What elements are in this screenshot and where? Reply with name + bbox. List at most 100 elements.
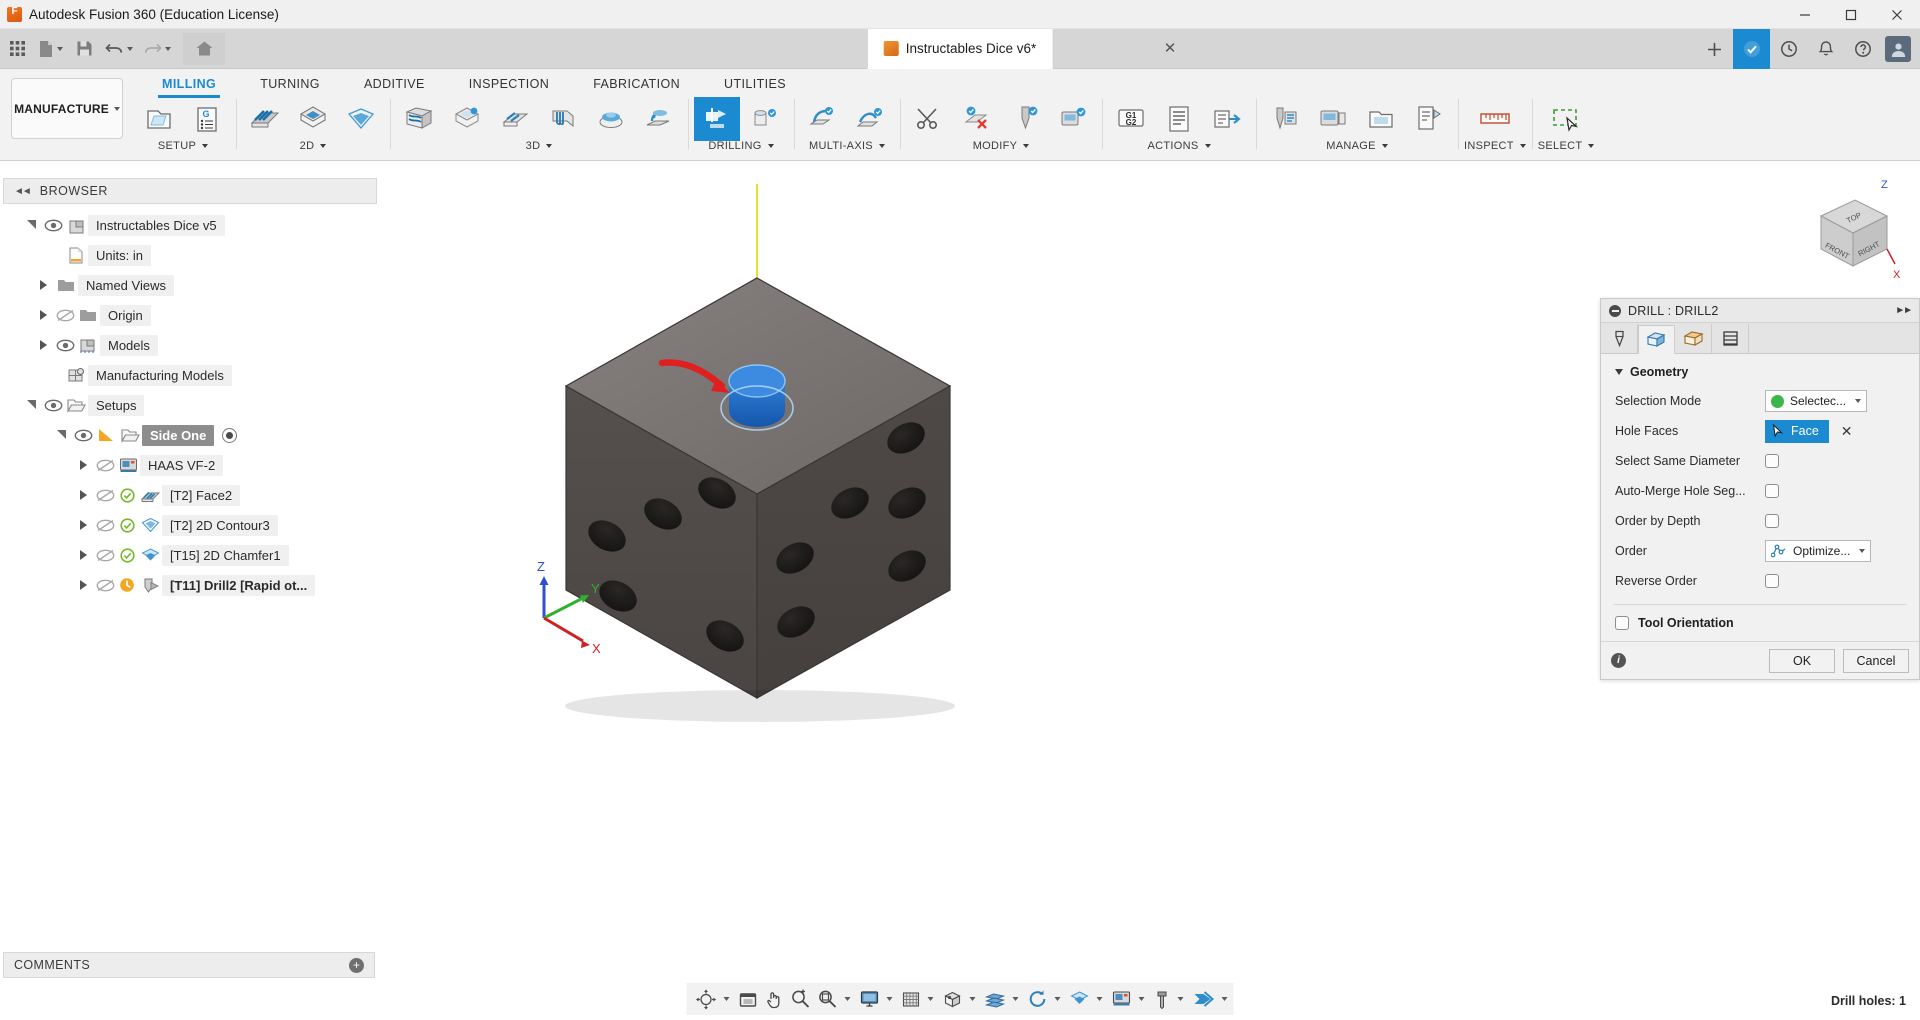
visibility-hidden-icon[interactable]	[94, 489, 116, 502]
visibility-hidden-icon[interactable]	[94, 579, 116, 592]
tree-row-origin[interactable]: Origin	[0, 300, 380, 330]
panel-label-multi-axis[interactable]: MULTI-AXIS	[809, 140, 885, 152]
tab-fabrication[interactable]: FABRICATION	[571, 73, 702, 97]
select-window-icon[interactable]	[1541, 97, 1591, 141]
document-tab[interactable]: Instructables Dice v6*	[866, 28, 1054, 69]
active-setup-radio[interactable]	[222, 427, 238, 443]
contour-2d-icon[interactable]	[338, 97, 384, 141]
expander-right-icon[interactable]	[72, 460, 94, 470]
setup-sheet-icon[interactable]	[1156, 97, 1202, 141]
drill-icon[interactable]	[694, 97, 740, 141]
bore-icon[interactable]	[742, 97, 788, 141]
tree-row-haas-vf-2[interactable]: HAAS VF-2	[0, 450, 380, 480]
passes-tab-icon[interactable]	[1712, 324, 1749, 353]
expander-down-icon[interactable]	[50, 429, 72, 440]
redo-icon[interactable]	[139, 33, 175, 65]
chevron-down-icon[interactable]	[1138, 997, 1145, 1001]
tree-row-instructables-dice-v5[interactable]: Instructables Dice v5	[0, 210, 380, 240]
swarf-icon[interactable]	[800, 97, 846, 141]
probe-icon[interactable]	[1190, 984, 1218, 1014]
zoom-in-icon[interactable]	[788, 984, 814, 1014]
panel-label-inspect[interactable]: INSPECT	[1464, 140, 1526, 152]
tab-additive[interactable]: ADDITIVE	[342, 73, 447, 97]
visibility-eye-icon[interactable]	[42, 219, 64, 232]
panel-label-drilling[interactable]: DRILLING	[708, 140, 774, 152]
stock-visibility-icon[interactable]	[982, 984, 1009, 1014]
collapse-circle-icon[interactable]	[1609, 304, 1621, 317]
comments-panel[interactable]: COMMENTS +	[3, 952, 375, 978]
select-same-diameter-checkbox[interactable]	[1765, 454, 1779, 468]
grid-snap-icon[interactable]	[899, 984, 924, 1014]
auto-merge-hole-segments-checkbox[interactable]	[1765, 484, 1779, 498]
adaptive-clearing-icon[interactable]	[396, 97, 442, 141]
tree-row-2d-chamfer1[interactable]: [T15] 2D Chamfer1	[0, 540, 380, 570]
visibility-hidden-icon[interactable]	[94, 459, 116, 472]
chevron-down-icon[interactable]	[969, 997, 976, 1001]
close-tab-icon[interactable]: ✕	[1164, 41, 1177, 56]
panel-label-select[interactable]: SELECT	[1538, 140, 1595, 152]
zoom-window-icon[interactable]	[815, 984, 841, 1014]
face-2d-icon[interactable]	[242, 97, 288, 141]
chevron-down-icon[interactable]	[1012, 997, 1019, 1001]
minimize-icon[interactable]	[1782, 0, 1828, 29]
pocket-clearing-icon[interactable]	[444, 97, 490, 141]
tree-row-drill2[interactable]: [T11] Drill2 [Rapid ot...	[0, 570, 380, 600]
generate-nc-program-icon[interactable]: G	[184, 97, 230, 141]
plus-icon[interactable]	[1696, 29, 1733, 69]
workspace-selector[interactable]: MANUFACTURE	[11, 78, 123, 139]
visibility-eye-icon[interactable]	[42, 399, 64, 412]
job-status-icon[interactable]	[1770, 29, 1807, 69]
print-setup-icon[interactable]	[1406, 97, 1452, 141]
radial-3d-icon[interactable]	[588, 97, 634, 141]
visibility-hidden-icon[interactable]	[54, 309, 76, 322]
simulate-icon[interactable]	[1025, 984, 1051, 1014]
add-comment-icon[interactable]: +	[349, 957, 364, 973]
scallop-3d-icon[interactable]	[540, 97, 586, 141]
visibility-hidden-icon[interactable]	[94, 519, 116, 532]
order-combo[interactable]: Optimize...	[1765, 540, 1872, 562]
panel-label-actions[interactable]: ACTIONS	[1148, 140, 1211, 152]
machine-library-manage-icon[interactable]	[1310, 97, 1356, 141]
visibility-hidden-icon[interactable]	[94, 549, 116, 562]
view-cube[interactable]: Z TOP FRONT RIGHT X	[1773, 178, 1903, 290]
tool-orientation-row[interactable]: Tool Orientation	[1601, 605, 1919, 641]
cancel-button[interactable]: Cancel	[1843, 648, 1909, 673]
selection-mode-combo[interactable]: Selectec...	[1765, 390, 1868, 412]
new-document-icon[interactable]	[34, 33, 67, 65]
chevron-down-icon[interactable]	[1096, 997, 1103, 1001]
tab-milling[interactable]: MILLING	[140, 73, 238, 98]
tool-orientation-checkbox[interactable]	[1615, 616, 1629, 630]
tree-row-2d-contour3[interactable]: [T2] 2D Contour3	[0, 510, 380, 540]
tool-library-manage-icon[interactable]	[1262, 97, 1308, 141]
expander-right-icon[interactable]	[72, 550, 94, 560]
multi-axis-contour-icon[interactable]	[848, 97, 894, 141]
clear-selection-icon[interactable]: ✕	[1841, 424, 1853, 438]
toolpath-visibility-icon[interactable]	[1067, 984, 1093, 1014]
order-by-depth-checkbox[interactable]	[1765, 514, 1779, 528]
tree-row-side-one[interactable]: Side One	[0, 420, 380, 450]
setup-new-icon[interactable]	[136, 97, 182, 141]
expander-right-icon[interactable]	[72, 490, 94, 500]
hole-faces-select-button[interactable]: Face	[1765, 419, 1829, 443]
reverse-order-checkbox[interactable]	[1765, 574, 1779, 588]
chevron-down-icon[interactable]	[1054, 997, 1061, 1001]
dialog-header[interactable]: DRILL : DRILL2 ►►	[1601, 299, 1919, 323]
tool-visibility-icon[interactable]	[1151, 984, 1174, 1014]
info-icon[interactable]: i	[1611, 653, 1626, 668]
collapse-left-icon[interactable]: ◄◄	[14, 186, 32, 197]
expander-right-icon[interactable]	[32, 310, 54, 320]
expander-right-icon[interactable]	[32, 340, 54, 350]
visibility-eye-icon[interactable]	[72, 429, 94, 442]
user-avatar[interactable]	[1885, 36, 1911, 62]
app-grid-icon[interactable]	[2, 33, 32, 65]
expander-down-icon[interactable]	[20, 399, 42, 410]
chevron-down-icon[interactable]	[844, 997, 851, 1001]
close-icon[interactable]	[1874, 0, 1920, 29]
home-icon[interactable]	[183, 32, 225, 65]
tab-turning[interactable]: TURNING	[238, 73, 342, 97]
viewports-icon[interactable]	[940, 984, 966, 1014]
display-settings-icon[interactable]	[736, 984, 761, 1014]
expander-right-icon[interactable]	[72, 520, 94, 530]
geometry-tab-icon[interactable]	[1638, 325, 1675, 354]
bell-icon[interactable]	[1807, 29, 1844, 69]
